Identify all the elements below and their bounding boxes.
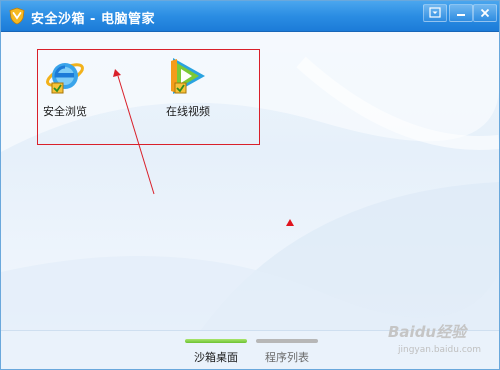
inactive-tab-indicator [256, 339, 318, 343]
shield-logo-icon [9, 7, 25, 25]
tab-sandbox-desktop[interactable]: 沙箱桌面 [184, 339, 248, 365]
tab-label: 程序列表 [265, 351, 309, 364]
title-bar[interactable]: 安全沙箱 - 电脑管家 [1, 1, 499, 32]
annotation-arrow [113, 69, 294, 226]
watermark-main: Baidu经验 [388, 323, 467, 341]
menu-button[interactable] [423, 4, 447, 22]
close-button[interactable] [473, 4, 497, 22]
tab-program-list[interactable]: 程序列表 [255, 339, 319, 365]
active-tab-indicator [185, 339, 247, 343]
watermark-url: jingyan.baidu.com [398, 345, 482, 355]
window-title: 安全沙箱 - 电脑管家 [31, 12, 155, 27]
sandbox-desktop: 安全浏览 在线视频 [1, 32, 499, 330]
watermark: Baidu经验 jingyan.baidu.com [386, 321, 496, 367]
sandbox-window: 安全沙箱 - 电脑管家 安全浏览 在线视频 沙箱桌面 程序列表 Baidu经验 … [0, 0, 500, 370]
minimize-button[interactable] [449, 4, 473, 22]
close-icon [480, 8, 490, 18]
cursor-marker-icon [286, 219, 294, 226]
minimize-icon [457, 14, 465, 16]
tab-label: 沙箱桌面 [194, 351, 238, 364]
menu-icon [429, 7, 441, 18]
